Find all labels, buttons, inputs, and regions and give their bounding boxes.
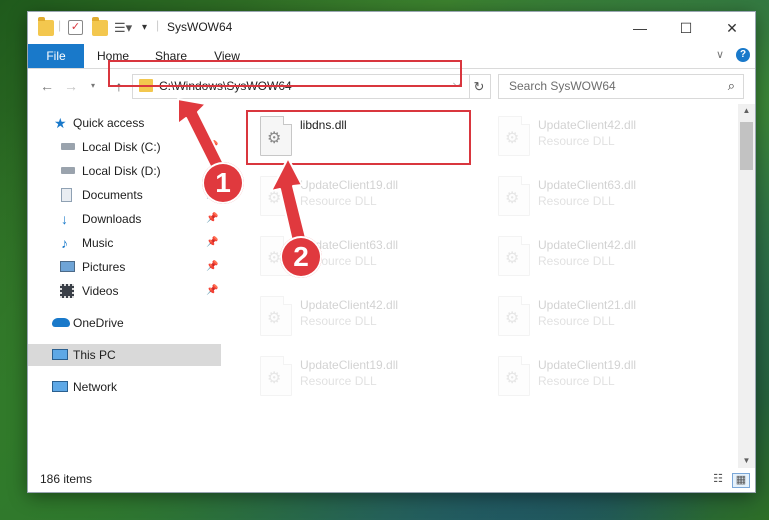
callout-arrows — [177, 98, 307, 242]
callout-badge-1: 1 — [202, 162, 244, 204]
callout-badge-2: 2 — [280, 236, 322, 278]
arrow-2 — [270, 157, 307, 242]
